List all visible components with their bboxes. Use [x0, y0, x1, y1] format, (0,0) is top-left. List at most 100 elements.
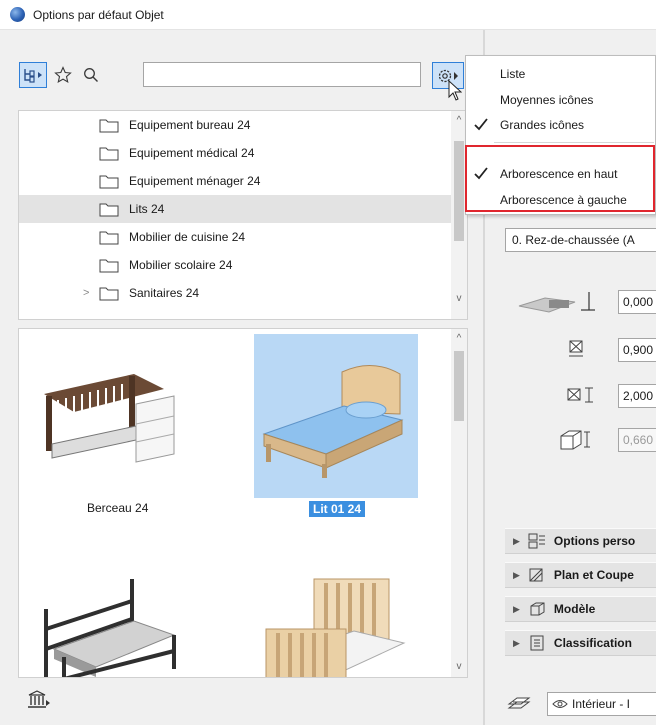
width-row: 0,900	[485, 336, 656, 364]
library-browser-panel: Equipement bureau 24 Equipement médical …	[0, 30, 483, 725]
annotation-highlight-box	[465, 145, 655, 212]
object-gallery: Berceau 24 Lit 01 24 ^ v	[18, 328, 468, 678]
metal-bed-thumbnail	[44, 579, 176, 677]
favorites-button[interactable]	[51, 62, 75, 88]
menu-item-list[interactable]: Liste	[466, 62, 656, 86]
search-button[interactable]	[79, 62, 103, 88]
folder-tree: Equipement bureau 24 Equipement médical …	[18, 110, 468, 320]
view-mode-label: Intérieur - I	[572, 697, 631, 711]
triangle-right-icon: ▶	[513, 535, 520, 546]
elevation-row: 0,000	[485, 288, 656, 316]
crib-thumbnail	[44, 374, 175, 463]
window-title: Options par défaut Objet	[33, 7, 164, 22]
section-label: Classification	[553, 636, 632, 650]
elevation-icon	[515, 290, 595, 314]
gallery-item-wood-bed[interactable]	[254, 539, 418, 677]
menu-separator	[494, 142, 654, 143]
folder-icon	[99, 203, 119, 217]
menu-item-label: Liste	[500, 67, 526, 81]
gallery-item-metal-bed[interactable]	[24, 539, 188, 677]
tree-item[interactable]: Equipement médical 24	[19, 139, 451, 167]
folder-structure-button[interactable]	[19, 62, 47, 88]
section-floor-plan-section[interactable]: ▶ Plan et Coupe	[505, 562, 656, 588]
tree-item[interactable]: Mobilier scolaire 24	[19, 251, 451, 279]
folder-icon	[99, 259, 119, 273]
panel-footer: Intérieur - I	[485, 680, 656, 725]
search-input[interactable]	[143, 62, 421, 87]
mouse-cursor-icon	[448, 80, 462, 101]
tree-item[interactable]: Mobilier de cuisine 24	[19, 223, 451, 251]
tree-item-label: Mobilier scolaire 24	[129, 258, 233, 272]
length-field[interactable]: 2,000	[618, 384, 656, 408]
triangle-right-icon: ▶	[513, 569, 520, 580]
elevation-field[interactable]: 0,000	[618, 290, 656, 314]
tree-item[interactable]: Equipement ménager 24	[19, 167, 451, 195]
scroll-up-icon[interactable]: ^	[453, 333, 465, 345]
bed-thumbnail	[262, 365, 404, 478]
tree-item[interactable]: Equipement bureau 24	[19, 111, 451, 139]
object-default-settings-dialog: Options par défaut Objet Equipement bure…	[0, 0, 656, 725]
section-model[interactable]: ▶ Modèle	[505, 596, 656, 622]
browser-toolbar	[0, 30, 483, 110]
section-custom-options[interactable]: ▶ Options perso	[505, 528, 656, 554]
classification-icon	[528, 635, 546, 651]
library-manager-button[interactable]	[22, 687, 56, 713]
menu-item-medium-icons[interactable]: Moyennes icônes	[466, 88, 656, 112]
scroll-up-icon[interactable]: ^	[453, 115, 465, 127]
folder-icon	[99, 147, 119, 161]
tree-item-label: Equipement bureau 24	[129, 118, 251, 132]
height-field: 0,660	[618, 428, 656, 452]
star-icon	[54, 66, 72, 84]
eye-icon	[552, 700, 568, 708]
tree-structure-icon	[24, 69, 42, 83]
triangle-right-icon: ▶	[513, 637, 520, 648]
checkmark-icon	[474, 118, 488, 131]
menu-item-label: Grandes icônes	[500, 118, 585, 132]
gallery-item-bed-selected[interactable]	[254, 334, 418, 498]
tree-item-label: Sanitaires 24	[129, 286, 200, 300]
scroll-down-icon[interactable]: v	[453, 293, 465, 305]
tree-item-label: Equipement médical 24	[129, 146, 255, 160]
section-label: Modèle	[553, 602, 596, 616]
chevron-right-icon[interactable]: >	[83, 287, 89, 299]
library-icon	[28, 690, 50, 708]
gallery-scrollbar[interactable]: ^ v	[451, 329, 467, 677]
home-story-dropdown[interactable]: 0. Rez-de-chaussée (A	[505, 228, 656, 252]
tree-item-selected[interactable]: Lits 24	[19, 195, 451, 223]
title-bar: Options par défaut Objet	[0, 0, 656, 30]
search-icon	[84, 68, 98, 82]
folder-icon	[99, 231, 119, 245]
gallery-scroll-thumb[interactable]	[454, 351, 464, 421]
section-label: Plan et Coupe	[553, 568, 634, 582]
folder-icon	[99, 175, 119, 189]
wood-bed-thumbnail	[265, 578, 406, 677]
height-row: 0,660	[485, 426, 656, 454]
archicad-app-icon	[10, 7, 25, 22]
width-icon	[565, 338, 587, 360]
model-cube-icon	[528, 601, 546, 617]
menu-item-label: Moyennes icônes	[500, 93, 594, 107]
menu-item-large-icons[interactable]: Grandes icônes	[466, 113, 656, 137]
length-row: 2,000	[485, 382, 656, 410]
gallery-item-crib[interactable]	[24, 334, 188, 498]
length-icon	[565, 384, 597, 406]
tree-item-label: Mobilier de cuisine 24	[129, 230, 246, 244]
triangle-right-icon: ▶	[513, 603, 520, 614]
section-label: Options perso	[553, 534, 636, 548]
custom-settings-icon	[528, 533, 546, 549]
tree-item[interactable]: > Sanitaires 24	[19, 279, 451, 307]
section-classification[interactable]: ▶ Classification	[505, 630, 656, 656]
tree-scroll-thumb[interactable]	[454, 141, 464, 241]
scroll-down-icon[interactable]: v	[453, 661, 465, 673]
folder-icon	[99, 287, 119, 301]
layer-icon[interactable]	[507, 694, 531, 715]
floor-plan-icon	[528, 567, 546, 583]
view-mode-button[interactable]: Intérieur - I	[547, 692, 656, 716]
gallery-item-label-selected: Lit 01 24	[309, 501, 366, 517]
tree-item-label: Lits 24	[129, 202, 165, 216]
width-field[interactable]: 0,900	[618, 338, 656, 362]
tree-item-label: Equipement ménager 24	[129, 174, 261, 188]
folder-icon	[99, 119, 119, 133]
gallery-item-label: Berceau 24	[87, 501, 149, 515]
height-icon	[557, 428, 593, 450]
